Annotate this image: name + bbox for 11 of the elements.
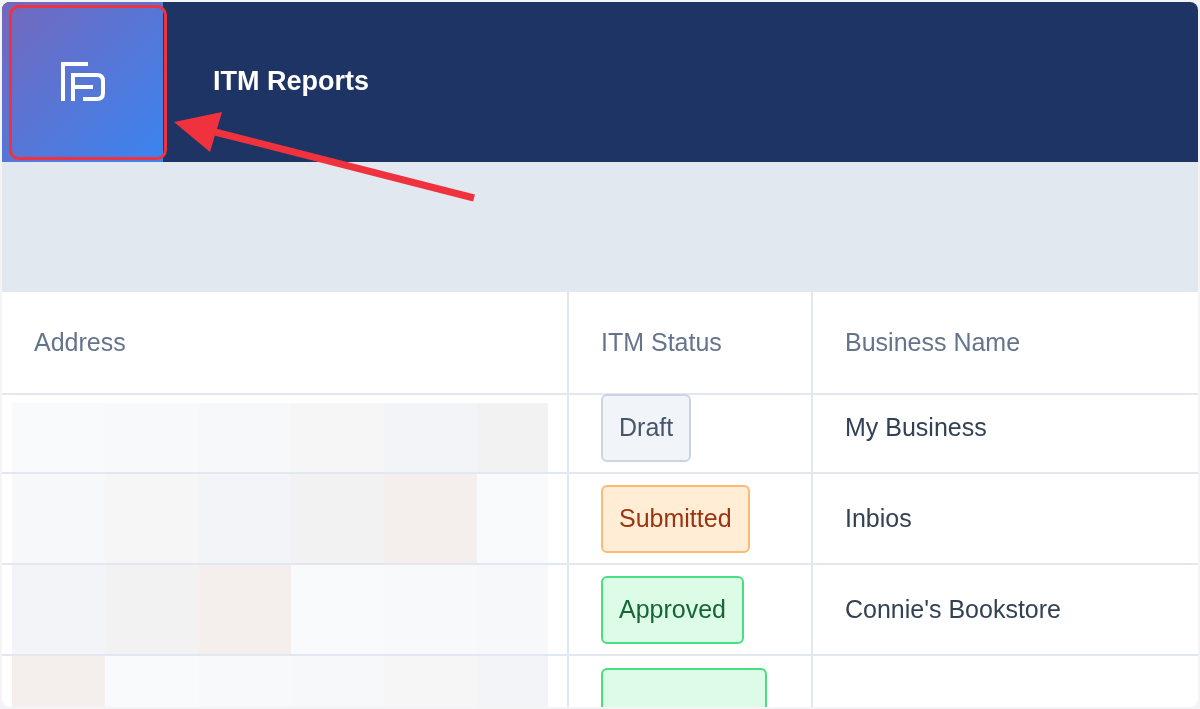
- page-title: ITM Reports: [213, 66, 369, 97]
- column-header[interactable]: Business Name: [845, 328, 1021, 357]
- column-header[interactable]: Address: [34, 328, 126, 357]
- column-header[interactable]: ITM Status: [601, 328, 722, 357]
- status-badge: Submitted: [601, 484, 750, 553]
- status-badge: Draft: [601, 393, 692, 462]
- business-name: Inbios: [845, 504, 912, 533]
- business-name: My Business: [845, 413, 987, 442]
- logo-icon: [59, 61, 106, 103]
- business-name: Connie's Bookstore: [845, 595, 1061, 624]
- status-badge: Approved: [601, 575, 745, 644]
